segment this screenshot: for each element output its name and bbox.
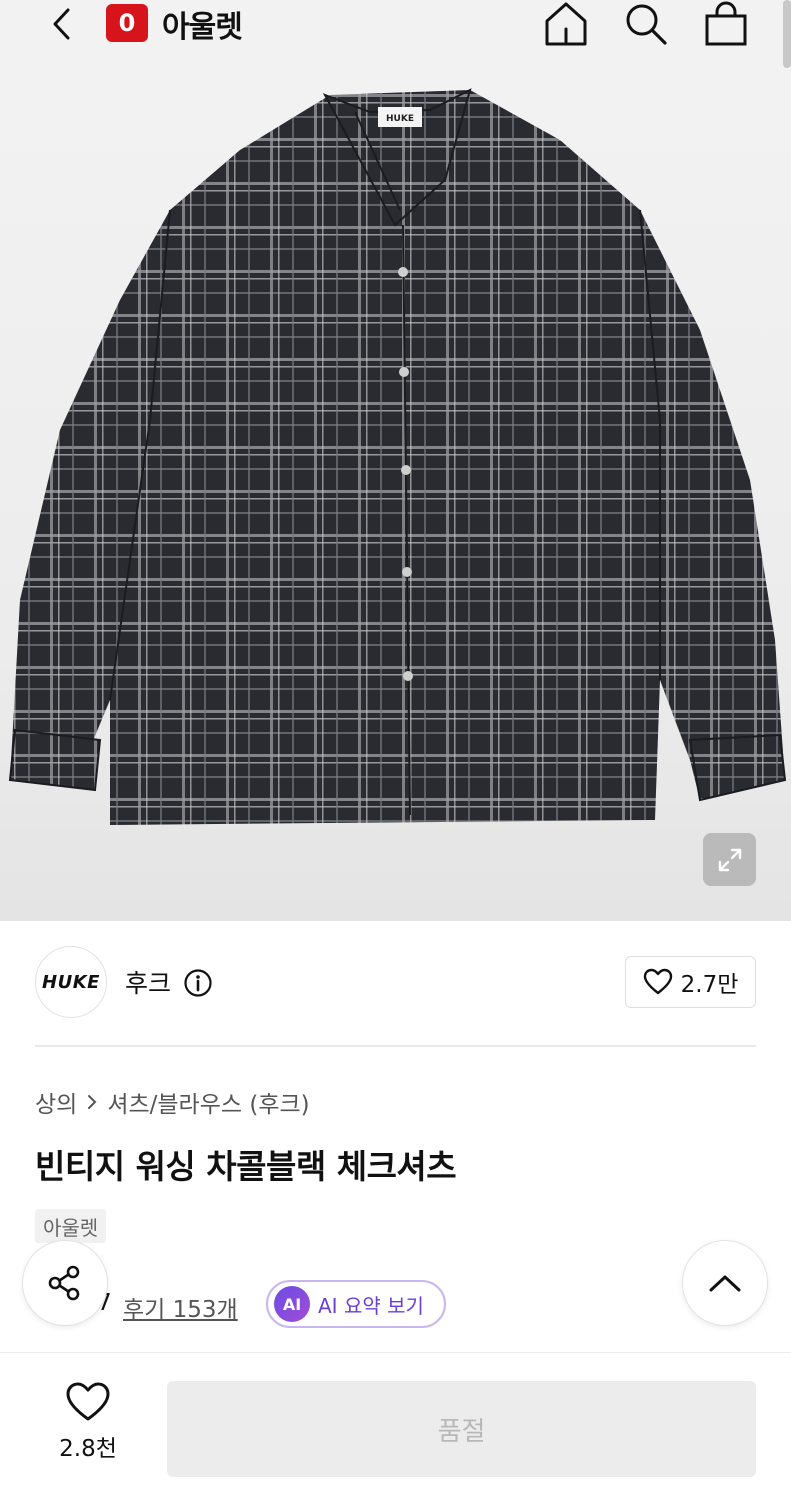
breadcrumb-category[interactable]: 상의 xyxy=(35,1085,77,1119)
expand-icon xyxy=(718,848,741,871)
bottom-action-bar: 2.8천 품절 xyxy=(0,1352,791,1500)
ai-summary-label: AI 요약 보기 xyxy=(318,1293,424,1318)
reviews-link[interactable]: 후기 153개 xyxy=(123,1290,238,1324)
top-header: 0 아울렛 xyxy=(0,0,791,48)
wishlist-button[interactable]: 2.8천 xyxy=(45,1381,131,1473)
brand-like-count: 2.7만 xyxy=(680,972,739,998)
scroll-top-button[interactable] xyxy=(682,1240,768,1326)
shopping-bag-icon xyxy=(705,1,747,46)
outlet-logo-letter: 0 xyxy=(118,9,136,37)
shirt-illustration: HUKE xyxy=(8,88,787,825)
brand-row: HUKE 후크 2.7만 xyxy=(35,946,756,1020)
ai-badge-icon: AI xyxy=(274,1286,310,1322)
cart-button[interactable] xyxy=(702,0,750,48)
brand-avatar[interactable]: HUKE xyxy=(35,946,107,1018)
outlet-logo[interactable]: 0 xyxy=(106,4,148,42)
heart-icon xyxy=(643,968,672,995)
chevron-up-icon xyxy=(709,1275,741,1292)
scrollbar[interactable] xyxy=(783,0,791,68)
expand-image-button[interactable] xyxy=(703,833,756,886)
back-button[interactable] xyxy=(44,4,80,44)
share-button[interactable] xyxy=(22,1240,108,1326)
home-button[interactable] xyxy=(542,0,590,48)
soldout-button[interactable]: 품절 xyxy=(167,1381,756,1477)
page-title: 아울렛 xyxy=(162,10,243,45)
heart-icon xyxy=(66,1382,110,1421)
outlet-tag: 아울렛 xyxy=(35,1209,107,1243)
shirt-label-text: HUKE xyxy=(386,114,414,124)
product-title: 빈티지 워싱 차콜블랙 체크셔츠 xyxy=(35,1147,457,1186)
product-image[interactable]: HUKE xyxy=(0,0,791,921)
search-button[interactable] xyxy=(622,0,670,48)
divider xyxy=(35,1045,756,1047)
back-icon xyxy=(53,8,70,40)
breadcrumb: 상의 셔츠/블라우스 (후크) xyxy=(35,1085,310,1119)
wishlist-count: 2.8천 xyxy=(59,1436,117,1462)
breadcrumb-subcategory[interactable]: 셔츠/블라우스 (후크) xyxy=(107,1085,309,1119)
search-icon xyxy=(626,4,667,45)
share-icon xyxy=(48,1265,80,1301)
chevron-right-icon xyxy=(88,1095,97,1109)
ai-summary-button[interactable]: AI AI 요약 보기 xyxy=(266,1280,446,1328)
home-icon xyxy=(545,2,587,46)
info-icon[interactable] xyxy=(183,968,213,998)
brand-name[interactable]: 후크 xyxy=(125,964,171,1000)
brand-logo-text: HUKE xyxy=(42,971,100,993)
brand-like-button[interactable]: 2.7만 xyxy=(625,956,756,1008)
